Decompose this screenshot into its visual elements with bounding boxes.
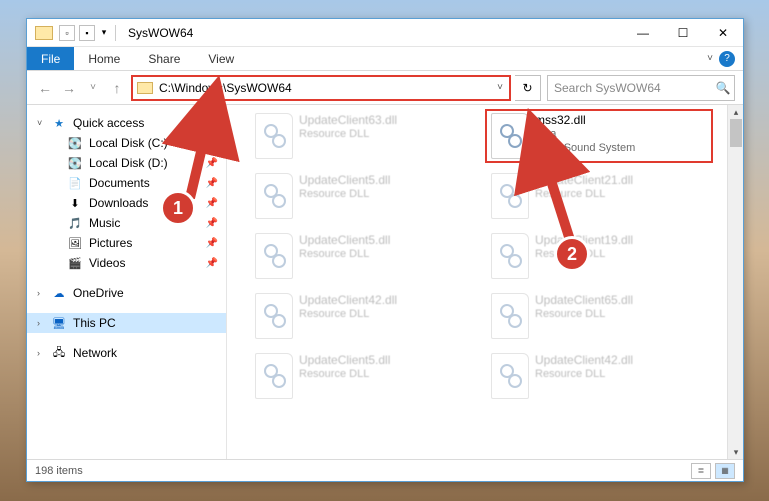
- pictures-icon: 🖼: [67, 236, 83, 250]
- tab-view[interactable]: View: [194, 47, 248, 70]
- dll-icon: [491, 353, 529, 399]
- navigation-bar: ← → ˅ ↑ C:\Windows\SysWOW64 ˅ ↻ Search S…: [27, 71, 743, 105]
- close-button[interactable]: ✕: [703, 19, 743, 47]
- sidebar-this-pc[interactable]: ›🖥This PC: [27, 313, 226, 333]
- recent-dropdown[interactable]: ˅: [83, 78, 103, 98]
- annotation-badge-1: 1: [160, 190, 196, 226]
- folder-icon: [35, 26, 53, 40]
- dll-icon: [255, 173, 293, 219]
- qat-properties[interactable]: ▫: [59, 25, 75, 41]
- file-item[interactable]: UpdateClient42.dllResource DLL: [487, 351, 705, 401]
- item-count: 198 items: [35, 465, 83, 477]
- tab-share[interactable]: Share: [134, 47, 194, 70]
- documents-icon: 📄: [67, 176, 83, 190]
- dll-icon: [255, 233, 293, 279]
- file-name: mss32.dll: [535, 113, 635, 127]
- divider: [115, 25, 116, 41]
- pin-icon: 📌: [206, 258, 218, 269]
- disk-icon: 💽: [67, 156, 83, 170]
- scroll-down-icon[interactable]: ▾: [728, 445, 743, 459]
- search-icon[interactable]: 🔍: [712, 81, 734, 95]
- quick-access-toolbar: ▫ ▪ ▾: [59, 25, 109, 41]
- help-icon[interactable]: ?: [719, 51, 735, 67]
- address-path[interactable]: C:\Windows\SysWOW64: [157, 81, 491, 95]
- sidebar-item-pictures[interactable]: 🖼Pictures📌: [27, 233, 226, 253]
- address-bar[interactable]: C:\Windows\SysWOW64 ˅: [131, 75, 511, 101]
- videos-icon: 🎬: [67, 256, 83, 270]
- details-view-button[interactable]: ≣: [691, 463, 711, 479]
- title-bar: ▫ ▪ ▾ SysWOW64 — ☐ ✕: [27, 19, 743, 47]
- cloud-icon: ☁: [51, 286, 67, 300]
- search-placeholder: Search SysWOW64: [548, 81, 712, 95]
- pin-icon: 📌: [206, 218, 218, 229]
- scroll-up-icon[interactable]: ▴: [728, 105, 743, 119]
- scroll-thumb[interactable]: [730, 119, 742, 147]
- music-icon: 🎵: [67, 216, 83, 230]
- file-item[interactable]: UpdateClient5.dllResource DLL: [251, 351, 469, 401]
- file-list[interactable]: UpdateClient63.dllResource DLL UpdateCli…: [227, 105, 743, 459]
- chevron-right-icon[interactable]: ›: [37, 348, 40, 358]
- sidebar-network[interactable]: ›🖧Network: [27, 343, 226, 363]
- dll-icon: [255, 293, 293, 339]
- back-button[interactable]: ←: [35, 78, 55, 98]
- tiles-view-button[interactable]: ▦: [715, 463, 735, 479]
- file-item[interactable]: UpdateClient5.dllResource DLL: [251, 231, 469, 281]
- dll-icon: [255, 113, 293, 159]
- qat-dropdown[interactable]: ▾: [99, 25, 109, 41]
- window-title: SysWOW64: [128, 26, 193, 40]
- file-item[interactable]: UpdateClient5.dllResource DLL: [251, 171, 469, 221]
- monitor-icon: 🖥: [51, 316, 67, 330]
- chevron-right-icon[interactable]: ›: [37, 288, 40, 298]
- star-icon: ★: [51, 116, 67, 130]
- expand-ribbon-icon[interactable]: ˅: [707, 53, 713, 64]
- forward-button[interactable]: →: [59, 78, 79, 98]
- qat-new-folder[interactable]: ▪: [79, 25, 95, 41]
- tab-file[interactable]: File: [27, 47, 74, 70]
- file-item[interactable]: UpdateClient65.dllResource DLL: [487, 291, 705, 341]
- sidebar-item-music[interactable]: 🎵Music📌: [27, 213, 226, 233]
- dll-icon: [491, 293, 529, 339]
- sidebar-onedrive[interactable]: ›☁OneDrive: [27, 283, 226, 303]
- address-dropdown[interactable]: ˅: [491, 82, 509, 93]
- dll-icon: [255, 353, 293, 399]
- status-bar: 198 items ≣ ▦: [27, 459, 743, 481]
- tab-home[interactable]: Home: [74, 47, 134, 70]
- folder-icon: [137, 82, 153, 94]
- refresh-button[interactable]: ↻: [515, 75, 541, 101]
- minimize-button[interactable]: —: [623, 19, 663, 47]
- vertical-scrollbar[interactable]: ▴ ▾: [727, 105, 743, 459]
- maximize-button[interactable]: ☐: [663, 19, 703, 47]
- pin-icon: 📌: [206, 238, 218, 249]
- file-item[interactable]: UpdateClient42.dllResource DLL: [251, 291, 469, 341]
- search-box[interactable]: Search SysWOW64 🔍: [547, 75, 735, 101]
- content-area: ˅ ★ Quick access 💽Local Disk (C:)📌 💽Loca…: [27, 105, 743, 459]
- ribbon: File Home Share View ˅ ?: [27, 47, 743, 71]
- explorer-window: ▫ ▪ ▾ SysWOW64 — ☐ ✕ File Home Share Vie…: [26, 18, 744, 482]
- chevron-right-icon[interactable]: ›: [37, 318, 40, 328]
- network-icon: 🖧: [51, 346, 67, 360]
- chevron-down-icon[interactable]: ˅: [37, 118, 42, 128]
- up-button[interactable]: ↑: [107, 78, 127, 98]
- file-item[interactable]: UpdateClient63.dllResource DLL: [251, 111, 469, 161]
- file-version: 9.3a: [535, 127, 635, 141]
- disk-icon: 💽: [67, 136, 83, 150]
- downloads-icon: ⬇: [67, 196, 83, 210]
- sidebar-item-videos[interactable]: 🎬Videos📌: [27, 253, 226, 273]
- annotation-badge-2: 2: [554, 236, 590, 272]
